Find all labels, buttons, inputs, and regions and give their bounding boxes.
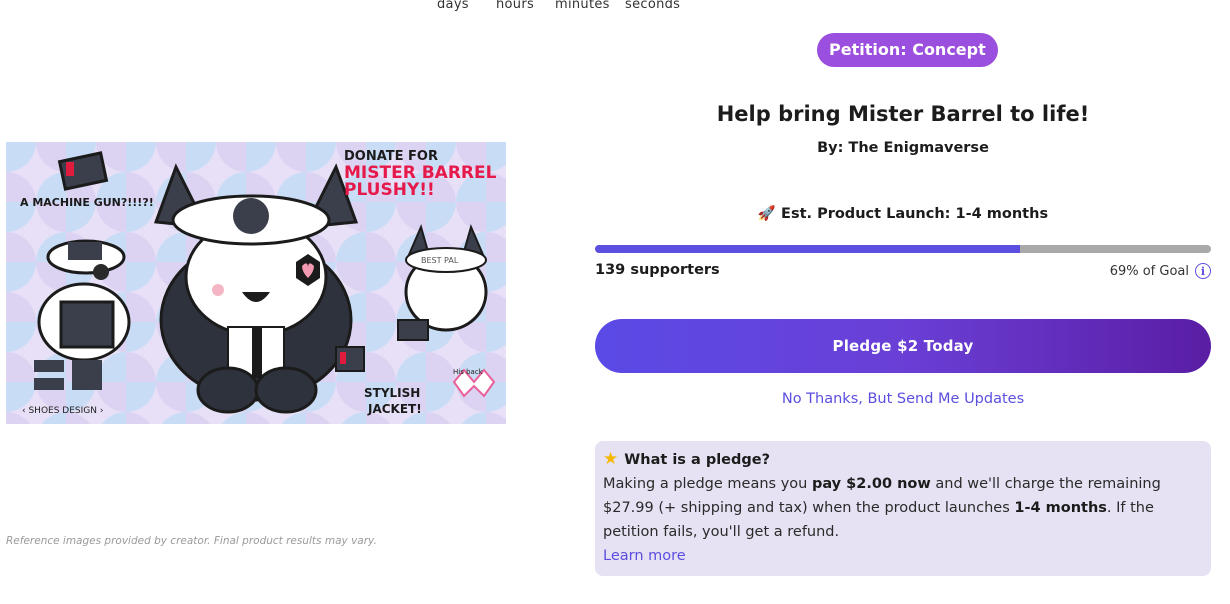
creator-byline[interactable]: By: The Enigmaverse (595, 140, 1211, 156)
learn-more-link[interactable]: Learn more (603, 544, 1203, 568)
supporters-count: 139 supporters (595, 262, 720, 278)
caption-his-back: His back (453, 368, 484, 376)
info-icon[interactable]: i (1195, 263, 1211, 279)
rocket-icon: 🚀 (757, 206, 776, 222)
caption-shoes: ‹ SHOES DESIGN › (22, 406, 103, 416)
launch-estimate: 🚀 Est. Product Launch: 1-4 months (595, 205, 1211, 222)
pledge-info-text-1: Making a pledge means you (603, 476, 812, 492)
pledge-button[interactable]: Pledge $2 Today (595, 319, 1211, 373)
countdown-hours-label: hours (496, 0, 535, 12)
media-disclaimer: Reference images provided by creator. Fi… (6, 535, 377, 547)
pledge-info-months: 1-4 months (1014, 500, 1107, 516)
caption-jacket-1: STYLISH (364, 386, 420, 400)
goal-progress-bar (595, 245, 1211, 253)
product-illustration: DONATE FOR MISTER BARREL PLUSHY!! A MACH… (6, 142, 506, 424)
countdown-minutes-label: minutes (555, 0, 610, 12)
pledge-info-pay-now: pay $2.00 now (811, 476, 931, 492)
pledge-info-text: Making a pledge means you pay $2.00 now … (603, 472, 1203, 544)
goal-label: 69% of Goal (1109, 263, 1189, 279)
no-thanks-link[interactable]: No Thanks, But Send Me Updates (595, 391, 1211, 407)
caption-jacket-2: JACKET! (367, 402, 422, 416)
page-title: Help bring Mister Barrel to life! (716, 102, 1090, 126)
goal-progress-fill (595, 245, 1021, 253)
caption-best-pal: BEST PAL (421, 256, 459, 265)
status-badge: Petition: Concept (817, 33, 998, 67)
goal-percentage: 69% of Goal i (1110, 263, 1211, 279)
product-image[interactable]: DONATE FOR MISTER BARREL PLUSHY!! A MACH… (6, 142, 506, 424)
countdown-days-label: days (437, 0, 469, 12)
caption-machine-gun: A MACHINE GUN?!!!?! (20, 196, 154, 209)
launch-value: 1-4 months (955, 206, 1049, 222)
caption-donate: DONATE FOR (344, 149, 438, 164)
pledge-info-heading: ★ What is a pledge? (603, 451, 1203, 468)
pledge-info-title: What is a pledge? (624, 451, 771, 468)
caption-plushy: PLUSHY!! (344, 180, 435, 200)
star-icon: ★ (603, 449, 619, 469)
launch-label: Est. Product Launch: (781, 206, 951, 222)
countdown-seconds-label: seconds (625, 0, 681, 12)
pledge-info-box: ★ What is a pledge? Making a pledge mean… (595, 441, 1211, 576)
